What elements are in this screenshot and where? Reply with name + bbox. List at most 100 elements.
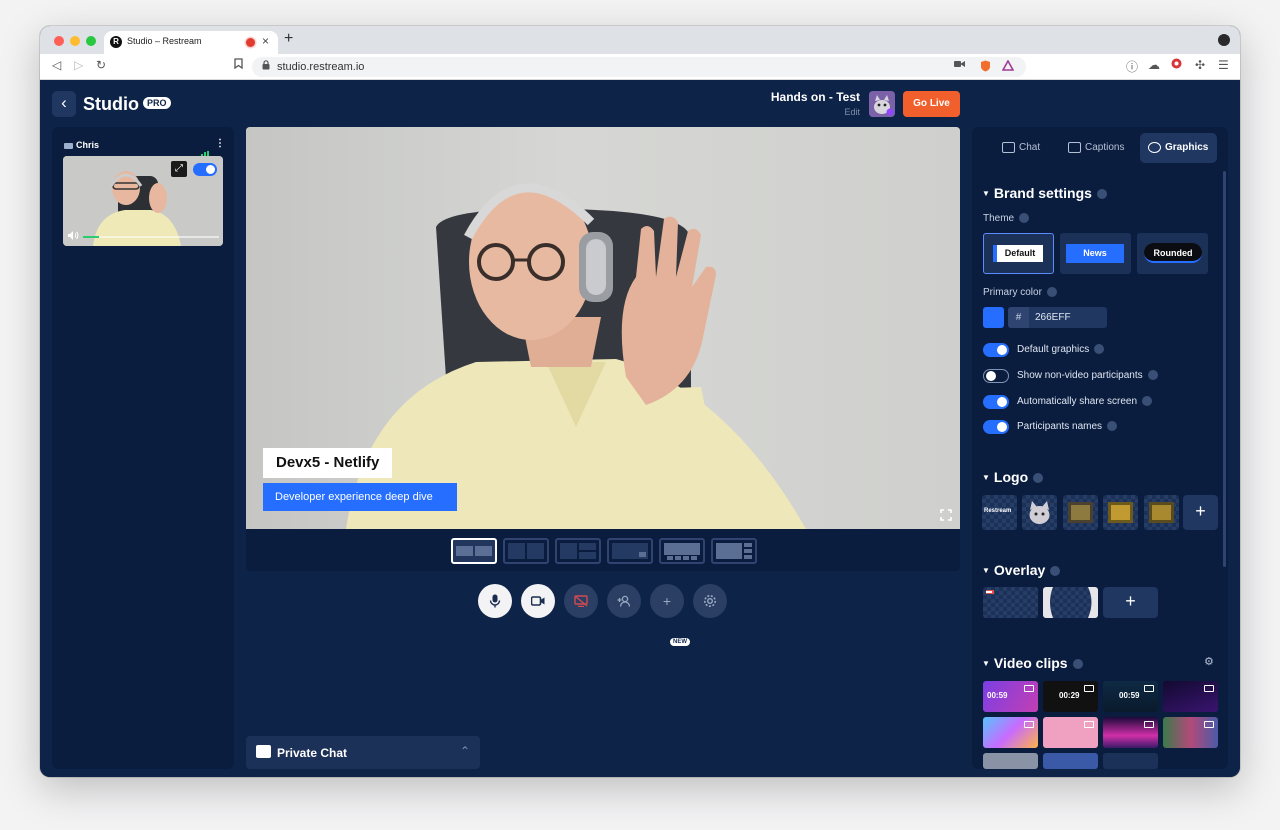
volume-slider[interactable]	[83, 236, 219, 238]
tab-search-icon[interactable]	[1218, 34, 1230, 46]
overlay-heading[interactable]: ▼ Overlay	[982, 562, 1061, 578]
layout-option-3[interactable]	[555, 538, 601, 564]
logo-restream[interactable]: Restream	[982, 495, 1017, 530]
primary-color-input[interactable]: # 266EFF	[1008, 307, 1107, 328]
info-icon[interactable]	[1050, 566, 1061, 577]
tab-close-icon[interactable]: ×	[262, 34, 269, 48]
browser-menu-icon[interactable]: ☰	[1218, 58, 1229, 72]
tab-chat[interactable]: Chat	[994, 133, 1050, 163]
layout-option-4[interactable]	[607, 538, 653, 564]
camera-button[interactable]	[521, 584, 555, 618]
default-graphics-toggle[interactable]	[983, 343, 1009, 357]
add-button[interactable]: +	[650, 584, 684, 618]
layout-option-6[interactable]	[711, 538, 757, 564]
chevron-up-icon[interactable]: ⌃	[460, 744, 470, 758]
info-icon[interactable]	[1046, 287, 1057, 298]
expand-icon[interactable]: ⤢	[171, 161, 187, 177]
participant-video-thumbnail[interactable]: ⤢	[63, 156, 223, 246]
logo-image-3[interactable]	[1063, 495, 1098, 530]
video-clip-2[interactable]: 00:29	[1043, 681, 1098, 712]
bookmark-icon[interactable]	[234, 58, 243, 72]
info-icon[interactable]	[1072, 659, 1083, 670]
video-clip-11[interactable]	[1103, 753, 1158, 769]
recording-indicator-icon	[246, 38, 255, 47]
primary-color-label: Primary color	[983, 287, 1057, 298]
info-icon[interactable]	[1107, 421, 1118, 432]
info-icon[interactable]	[1147, 370, 1158, 381]
video-clips-heading[interactable]: ▼ Video clips	[982, 655, 1083, 671]
lower-third-name[interactable]: Devx5 - Netlify	[263, 448, 393, 478]
theme-option-default[interactable]: Default	[983, 233, 1054, 274]
info-icon[interactable]	[1142, 396, 1153, 407]
minimize-window-button[interactable]	[70, 36, 80, 46]
browser-tab[interactable]: R Studio – Restream ×	[104, 31, 278, 54]
video-clip-3[interactable]: 00:59	[1103, 681, 1158, 712]
back-nav-icon[interactable]: ◁	[52, 58, 61, 72]
new-tab-button[interactable]: +	[284, 30, 293, 48]
brave-shield-icon[interactable]	[980, 60, 991, 75]
stream-edit-link[interactable]: Edit	[844, 107, 860, 117]
brave-rewards-icon[interactable]	[1001, 59, 1015, 74]
info-icon[interactable]	[1019, 213, 1030, 224]
video-clip-10[interactable]	[1043, 753, 1098, 769]
cloud-icon[interactable]: ☁	[1148, 58, 1160, 72]
microphone-button[interactable]	[478, 584, 512, 618]
studio-app: ‹ Studio PRO Hands on - Test Edit Go Liv…	[40, 80, 1240, 777]
show-non-video-participants-toggle[interactable]	[983, 369, 1009, 383]
layout-option-1[interactable]	[451, 538, 497, 564]
layout-option-5[interactable]	[659, 538, 705, 564]
video-clip-4[interactable]	[1163, 681, 1218, 712]
studio-back-button[interactable]: ‹	[52, 91, 76, 117]
brand-settings-heading[interactable]: ▼ Brand settings	[982, 185, 1107, 201]
video-clip-8[interactable]	[1163, 717, 1218, 748]
camera-permission-icon[interactable]	[954, 60, 965, 71]
info-icon[interactable]	[1096, 189, 1107, 200]
private-chat-bar[interactable]: Private Chat ⌃	[246, 736, 480, 769]
close-window-button[interactable]	[54, 36, 64, 46]
participant-menu-icon[interactable]: ⋮	[215, 138, 225, 149]
logo-cat[interactable]	[1022, 495, 1057, 530]
video-clips-settings-icon[interactable]: ⚙	[1204, 655, 1214, 668]
video-clip-7[interactable]	[1103, 717, 1158, 748]
overlay-option-2[interactable]	[1043, 587, 1098, 618]
channel-avatar[interactable]	[869, 91, 895, 117]
fullscreen-icon[interactable]	[940, 509, 952, 524]
info-icon[interactable]	[1094, 344, 1105, 355]
auto-share-screen-toggle[interactable]	[983, 395, 1009, 409]
participants-names-toggle[interactable]	[983, 420, 1009, 434]
settings-button[interactable]	[693, 584, 727, 618]
video-clip-6[interactable]	[1043, 717, 1098, 748]
theme-option-news[interactable]: News	[1060, 233, 1131, 274]
video-clip-9[interactable]	[983, 753, 1038, 769]
layout-option-2[interactable]	[503, 538, 549, 564]
share-screen-button[interactable]	[564, 584, 598, 618]
invite-guest-button[interactable]	[607, 584, 641, 618]
add-logo-button[interactable]: +	[1183, 495, 1218, 530]
maximize-window-button[interactable]	[86, 36, 96, 46]
reload-icon[interactable]: ↻	[96, 58, 106, 72]
lower-third-subtitle[interactable]: Developer experience deep dive	[263, 483, 457, 511]
theme-option-rounded[interactable]: Rounded	[1137, 233, 1208, 274]
logo-image-4[interactable]	[1103, 495, 1138, 530]
forward-nav-icon[interactable]: ▷	[74, 58, 83, 72]
logo-image-5[interactable]	[1144, 495, 1179, 530]
tab-graphics[interactable]: Graphics	[1140, 133, 1217, 163]
video-clip-5[interactable]	[983, 717, 1038, 748]
extension-record-icon[interactable]	[1171, 58, 1182, 72]
stream-title[interactable]: Hands on - Test	[771, 90, 860, 104]
participant-on-stage-toggle[interactable]	[193, 163, 217, 176]
tab-captions[interactable]: Captions	[1060, 133, 1138, 163]
add-overlay-button[interactable]: +	[1103, 587, 1158, 618]
logo-heading[interactable]: ▼ Logo	[982, 469, 1044, 485]
primary-color-swatch[interactable]	[983, 307, 1004, 328]
address-bar[interactable]: studio.restream.io	[252, 57, 1026, 77]
panel-scrollbar[interactable]	[1223, 171, 1226, 567]
browser-toolbar: ◁ ▷ ↻ studio.restream.io ⓘ ☁ ✣ ☰	[40, 54, 1240, 80]
info-icon[interactable]: ⓘ	[1126, 58, 1138, 75]
volume-icon[interactable]	[68, 231, 79, 242]
info-icon[interactable]	[1033, 473, 1044, 484]
overlay-option-1[interactable]	[983, 587, 1038, 618]
video-clip-1[interactable]: 00:59	[983, 681, 1038, 712]
go-live-button[interactable]: Go Live	[903, 91, 960, 117]
extensions-puzzle-icon[interactable]: ✣	[1195, 58, 1205, 72]
